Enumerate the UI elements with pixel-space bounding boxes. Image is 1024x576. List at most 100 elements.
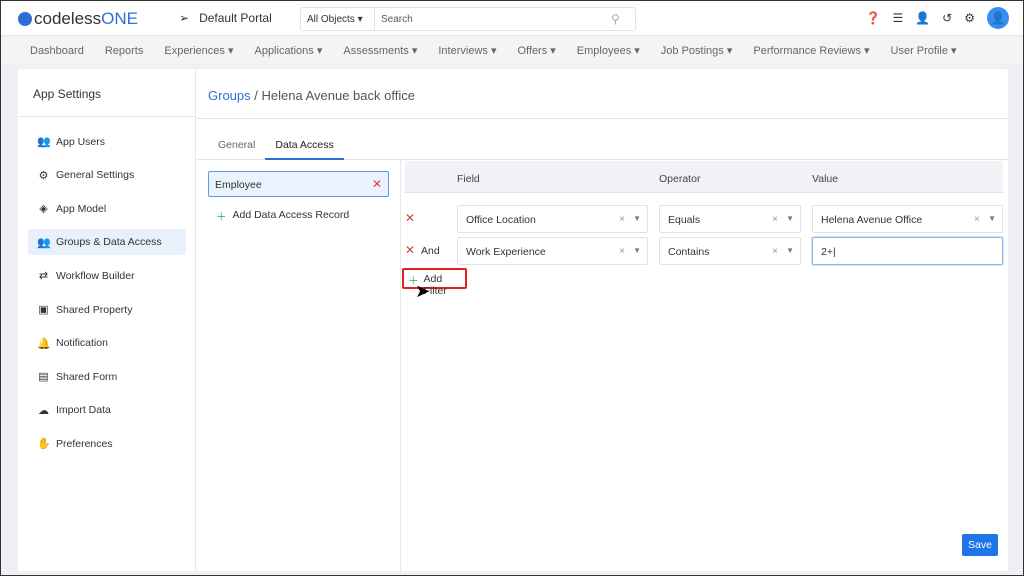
sidebar: App Settings 👥 App Users ⚙ General Setting… xyxy=(18,69,196,571)
value-value: Helena Avenue Office xyxy=(821,214,923,226)
cloud-upload-icon: ☁ xyxy=(38,404,49,417)
chevron-down-icon[interactable]: ▼ xyxy=(786,214,794,223)
history-icon[interactable]: ↺ xyxy=(942,11,952,25)
bell-icon: 🔔 xyxy=(37,337,51,350)
sidebar-item-label: App Users xyxy=(56,135,106,148)
clear-icon[interactable]: × xyxy=(619,245,625,257)
breadcrumb-groups-link[interactable]: Groups xyxy=(208,88,251,103)
remove-filter-icon[interactable]: ✕ xyxy=(405,211,415,225)
sidebar-item-label: General Settings xyxy=(56,169,135,182)
field-select[interactable]: Work Experience × ▼ xyxy=(457,237,648,265)
logo[interactable]: codeless ONE xyxy=(18,9,138,29)
main-nav: Dashboard Reports Experiences ▾ Applicat… xyxy=(1,37,1023,64)
portal-name: Default Portal xyxy=(199,11,272,25)
sidebar-item-shared-property[interactable]: ▣ Shared Property xyxy=(28,297,186,323)
chevron-down-icon[interactable]: ▼ xyxy=(633,246,641,255)
sidebar-item-label: Preferences xyxy=(56,437,113,450)
group-icon: 👥 xyxy=(37,236,51,249)
sidebar-item-app-users[interactable]: 👥 App Users xyxy=(28,129,186,155)
filter-row: ✕ And Work Experience × ▼ Contains × ▼ 2+| xyxy=(405,237,1003,265)
nav-offers[interactable]: Offers ▾ xyxy=(517,44,555,57)
breadcrumb-current: Helena Avenue back office xyxy=(261,88,415,103)
sidebar-item-import-data[interactable]: ☁ Import Data xyxy=(28,397,186,423)
nav-assessments[interactable]: Assessments ▾ xyxy=(343,44,417,57)
sidebar-title: App Settings xyxy=(18,69,195,117)
remove-filter-icon[interactable]: ✕ xyxy=(405,243,415,257)
tab-data-access[interactable]: Data Access xyxy=(265,131,344,160)
nav-dashboard[interactable]: Dashboard xyxy=(30,45,84,57)
sidebar-item-general-settings[interactable]: ⚙ General Settings xyxy=(28,162,186,188)
database-icon[interactable]: ☰ xyxy=(892,11,903,25)
nav-employees[interactable]: Employees ▾ xyxy=(577,44,640,57)
add-filter-button[interactable]: ＋ Add Filter xyxy=(402,268,467,297)
operator-value: Equals xyxy=(668,214,701,226)
mouse-cursor-icon: ➤ xyxy=(415,281,431,301)
main-panel: Groups / Helena Avenue back office Gener… xyxy=(197,69,1008,571)
sidebar-item-shared-form[interactable]: ▤ Shared Form xyxy=(28,364,186,390)
sidebar-item-app-model[interactable]: ◈ App Model xyxy=(28,196,186,222)
sidebar-item-label: App Model xyxy=(56,202,107,215)
nav-user-profile[interactable]: User Profile ▾ xyxy=(891,44,957,57)
save-button[interactable]: Save xyxy=(962,534,998,556)
header-operator: Operator xyxy=(659,173,701,185)
portal-selector[interactable]: ➢ Default Portal xyxy=(179,11,272,25)
value-input[interactable]: 2+| xyxy=(812,237,1003,265)
field-value: Work Experience xyxy=(466,246,546,258)
sidebar-item-workflow-builder[interactable]: ⇄ Workflow Builder xyxy=(28,263,186,289)
logo-icon xyxy=(18,12,32,26)
gear-icon[interactable]: ⚙ xyxy=(964,11,975,25)
field-value: Office Location xyxy=(466,214,536,226)
sidebar-item-label: Notification xyxy=(56,337,108,350)
paper-plane-icon: ➢ xyxy=(179,11,190,25)
filters-panel: Field Operator Value ✕ Office Location × ▼… xyxy=(402,161,1003,571)
clear-icon[interactable]: × xyxy=(619,213,625,225)
search-scope-dropdown[interactable]: All Objects ▾ xyxy=(301,8,375,30)
nav-interviews[interactable]: Interviews ▾ xyxy=(438,44,496,57)
users-icon: 👥 xyxy=(37,136,51,149)
search-input[interactable]: Search xyxy=(375,14,611,25)
nav-applications[interactable]: Applications ▾ xyxy=(254,44,322,57)
operator-select[interactable]: Equals × ▼ xyxy=(659,205,801,233)
chevron-down-icon[interactable]: ▼ xyxy=(633,214,641,223)
settings-card: App Settings 👥 App Users ⚙ General Setting… xyxy=(18,69,1008,571)
record-employee[interactable]: Employee ✕ xyxy=(208,171,389,197)
top-bar: codeless ONE ➢ Default Portal All Objects … xyxy=(1,1,1023,36)
header-value: Value xyxy=(812,173,839,185)
tab-general[interactable]: General xyxy=(208,131,265,160)
operator-select[interactable]: Contains × ▼ xyxy=(659,237,801,265)
filter-row: ✕ Office Location × ▼ Equals × ▼ Helena Aven… xyxy=(405,205,1003,233)
remove-record-icon[interactable]: ✕ xyxy=(372,177,382,191)
help-icon[interactable]: ❓ xyxy=(866,11,881,25)
operator-value: Contains xyxy=(668,246,710,258)
clear-icon[interactable]: × xyxy=(974,213,980,225)
nav-experiences[interactable]: Experiences ▾ xyxy=(164,44,233,57)
user-avatar-icon[interactable]: 👤 xyxy=(987,7,1009,29)
clear-icon[interactable]: × xyxy=(772,245,778,257)
search-scope: All Objects xyxy=(307,13,355,25)
breadcrumb-separator: / xyxy=(250,88,262,103)
field-select[interactable]: Office Location × ▼ xyxy=(457,205,648,233)
nav-performance-reviews[interactable]: Performance Reviews ▾ xyxy=(753,44,869,57)
sidebar-item-notification[interactable]: 🔔 Notification xyxy=(28,330,186,356)
value-select[interactable]: Helena Avenue Office × ▼ xyxy=(812,205,1003,233)
sidebar-item-label: Shared Form xyxy=(56,370,118,383)
nav-reports[interactable]: Reports xyxy=(105,45,144,57)
sidebar-item-label: Import Data xyxy=(56,404,111,417)
sidebar-item-preferences[interactable]: ✋ Preferences xyxy=(28,431,186,457)
nav-job-postings[interactable]: Job Postings ▾ xyxy=(661,44,733,57)
sidebar-item-groups-data-access[interactable]: 👥 Groups & Data Access xyxy=(28,229,186,256)
search-bar: All Objects ▾ Search ⚲ xyxy=(300,7,636,31)
chevron-down-icon[interactable]: ▼ xyxy=(988,214,996,223)
sidebar-item-label: Workflow Builder xyxy=(56,269,135,282)
logo-accent: ONE xyxy=(101,9,138,28)
record-label: Employee xyxy=(215,179,262,191)
clear-icon[interactable]: × xyxy=(772,213,778,225)
chevron-down-icon[interactable]: ▼ xyxy=(786,246,794,255)
hand-icon: ✋ xyxy=(37,438,51,451)
header-field: Field xyxy=(457,173,480,185)
add-data-access-record-button[interactable]: ＋ Add Data Access Record xyxy=(216,209,349,224)
sidebar-item-label: Shared Property xyxy=(56,303,133,316)
cube-icon: ◈ xyxy=(39,203,48,216)
search-icon[interactable]: ⚲ xyxy=(611,12,635,26)
add-user-icon[interactable]: 👤 xyxy=(915,11,930,25)
